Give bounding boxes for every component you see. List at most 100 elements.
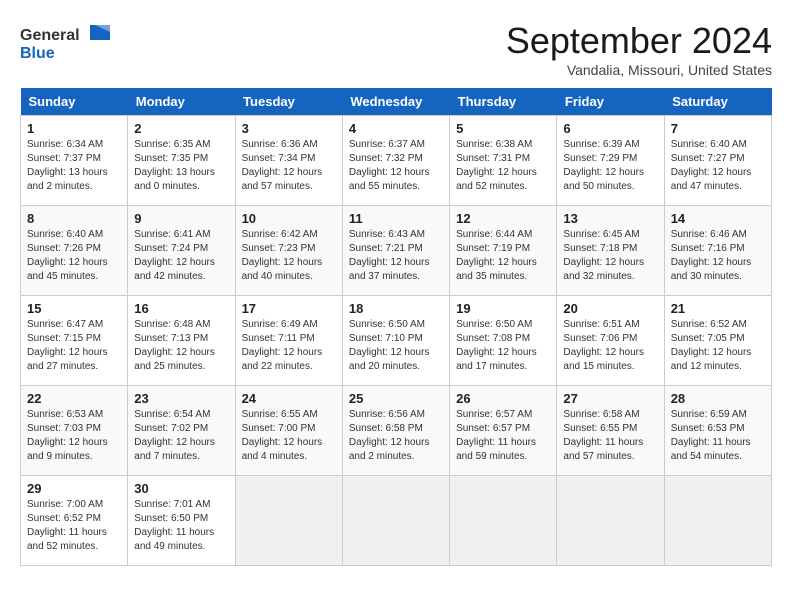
calendar-cell: 1Sunrise: 6:34 AM Sunset: 7:37 PM Daylig… [21, 116, 128, 206]
day-info: Sunrise: 6:42 AM Sunset: 7:23 PM Dayligh… [242, 228, 336, 284]
day-number: 15 [27, 301, 121, 316]
day-info: Sunrise: 6:35 AM Sunset: 7:35 PM Dayligh… [134, 138, 228, 194]
day-number: 20 [563, 301, 657, 316]
day-number: 30 [134, 481, 228, 496]
day-number: 2 [134, 121, 228, 136]
day-info: Sunrise: 6:57 AM Sunset: 6:57 PM Dayligh… [456, 408, 550, 464]
day-info: Sunrise: 6:50 AM Sunset: 7:10 PM Dayligh… [349, 318, 443, 374]
day-info: Sunrise: 6:52 AM Sunset: 7:05 PM Dayligh… [671, 318, 765, 374]
day-number: 27 [563, 391, 657, 406]
calendar-cell: 13 Sunrise: 6:45 AM Sunset: 7:18 PM Dayli… [557, 206, 664, 296]
calendar-cell [450, 476, 557, 566]
day-info: Sunrise: 6:47 AM Sunset: 7:15 PM Dayligh… [27, 318, 121, 374]
day-number: 5 [456, 121, 550, 136]
day-number: 7 [671, 121, 765, 136]
day-info: Sunrise: 6:58 AM Sunset: 6:55 PM Dayligh… [563, 408, 657, 464]
page-header: General Blue September 2024 Vandalia, Mi… [20, 20, 772, 78]
day-info: Sunrise: 6:41 AM Sunset: 7:24 PM Dayligh… [134, 228, 228, 284]
col-wednesday: Wednesday [342, 88, 449, 116]
day-info: Sunrise: 6:54 AM Sunset: 7:02 PM Dayligh… [134, 408, 228, 464]
day-info: Sunrise: 6:45 AM Sunset: 7:18 PM Dayligh… [563, 228, 657, 284]
calendar-cell: 7 Sunrise: 6:40 AM Sunset: 7:27 PM Daylig… [664, 116, 771, 206]
day-info: Sunrise: 6:36 AM Sunset: 7:34 PM Dayligh… [242, 138, 336, 194]
day-number: 4 [349, 121, 443, 136]
calendar-header-row: Sunday Monday Tuesday Wednesday Thursday… [21, 88, 772, 116]
calendar-cell: 20 Sunrise: 6:51 AM Sunset: 7:06 PM Dayli… [557, 296, 664, 386]
svg-text:General: General [20, 27, 80, 44]
day-info: Sunrise: 6:40 AM Sunset: 7:26 PM Dayligh… [27, 228, 121, 284]
day-info: Sunrise: 6:59 AM Sunset: 6:53 PM Dayligh… [671, 408, 765, 464]
day-number: 29 [27, 481, 121, 496]
day-info: Sunrise: 7:00 AM Sunset: 6:52 PM Dayligh… [27, 498, 121, 554]
day-number: 9 [134, 211, 228, 226]
calendar-cell: 30 Sunrise: 7:01 AM Sunset: 6:50 PM Dayli… [128, 476, 235, 566]
calendar-week-row: 22 Sunrise: 6:53 AM Sunset: 7:03 PM Dayli… [21, 386, 772, 476]
day-number: 21 [671, 301, 765, 316]
day-number: 8 [27, 211, 121, 226]
calendar-cell: 16 Sunrise: 6:48 AM Sunset: 7:13 PM Dayli… [128, 296, 235, 386]
day-number: 13 [563, 211, 657, 226]
calendar-cell: 24Sunrise: 6:55 AM Sunset: 7:00 PM Dayli… [235, 386, 342, 476]
day-number: 14 [671, 211, 765, 226]
location: Vandalia, Missouri, United States [506, 62, 772, 78]
calendar-week-row: 8 Sunrise: 6:40 AM Sunset: 7:26 PM Daylig… [21, 206, 772, 296]
calendar-cell: 23 Sunrise: 6:54 AM Sunset: 7:02 PM Dayli… [128, 386, 235, 476]
calendar-body: 1Sunrise: 6:34 AM Sunset: 7:37 PM Daylig… [21, 116, 772, 566]
calendar-cell: 27 Sunrise: 6:58 AM Sunset: 6:55 PM Dayli… [557, 386, 664, 476]
col-tuesday: Tuesday [235, 88, 342, 116]
calendar-cell [235, 476, 342, 566]
calendar-cell [664, 476, 771, 566]
col-thursday: Thursday [450, 88, 557, 116]
calendar-cell: 29 Sunrise: 7:00 AM Sunset: 6:52 PM Dayli… [21, 476, 128, 566]
day-number: 11 [349, 211, 443, 226]
calendar-cell: 19 Sunrise: 6:50 AM Sunset: 7:08 PM Dayli… [450, 296, 557, 386]
calendar-cell: 12Sunrise: 6:44 AM Sunset: 7:19 PM Dayli… [450, 206, 557, 296]
day-number: 24 [242, 391, 336, 406]
day-number: 12 [456, 211, 550, 226]
logo: General Blue [20, 20, 110, 65]
calendar-cell: 28 Sunrise: 6:59 AM Sunset: 6:53 PM Dayli… [664, 386, 771, 476]
day-number: 28 [671, 391, 765, 406]
calendar-cell: 17Sunrise: 6:49 AM Sunset: 7:11 PM Dayli… [235, 296, 342, 386]
day-info: Sunrise: 6:43 AM Sunset: 7:21 PM Dayligh… [349, 228, 443, 284]
day-number: 19 [456, 301, 550, 316]
calendar-cell: 9 Sunrise: 6:41 AM Sunset: 7:24 PM Daylig… [128, 206, 235, 296]
day-number: 25 [349, 391, 443, 406]
title-area: September 2024 Vandalia, Missouri, Unite… [506, 20, 772, 78]
calendar-cell: 5Sunrise: 6:38 AM Sunset: 7:31 PM Daylig… [450, 116, 557, 206]
calendar-cell: 15 Sunrise: 6:47 AM Sunset: 7:15 PM Dayli… [21, 296, 128, 386]
day-number: 17 [242, 301, 336, 316]
calendar-cell [557, 476, 664, 566]
calendar-cell: 8 Sunrise: 6:40 AM Sunset: 7:26 PM Daylig… [21, 206, 128, 296]
day-info: Sunrise: 6:40 AM Sunset: 7:27 PM Dayligh… [671, 138, 765, 194]
day-number: 26 [456, 391, 550, 406]
day-number: 18 [349, 301, 443, 316]
calendar-cell: 14Sunrise: 6:46 AM Sunset: 7:16 PM Dayli… [664, 206, 771, 296]
calendar-cell: 6Sunrise: 6:39 AM Sunset: 7:29 PM Daylig… [557, 116, 664, 206]
day-number: 22 [27, 391, 121, 406]
calendar-cell: 2 Sunrise: 6:35 AM Sunset: 7:35 PM Daylig… [128, 116, 235, 206]
col-friday: Friday [557, 88, 664, 116]
calendar-week-row: 1Sunrise: 6:34 AM Sunset: 7:37 PM Daylig… [21, 116, 772, 206]
day-info: Sunrise: 7:01 AM Sunset: 6:50 PM Dayligh… [134, 498, 228, 554]
col-saturday: Saturday [664, 88, 771, 116]
col-monday: Monday [128, 88, 235, 116]
day-number: 23 [134, 391, 228, 406]
calendar-cell: 22 Sunrise: 6:53 AM Sunset: 7:03 PM Dayli… [21, 386, 128, 476]
day-info: Sunrise: 6:48 AM Sunset: 7:13 PM Dayligh… [134, 318, 228, 374]
day-info: Sunrise: 6:50 AM Sunset: 7:08 PM Dayligh… [456, 318, 550, 374]
calendar-cell: 18 Sunrise: 6:50 AM Sunset: 7:10 PM Dayli… [342, 296, 449, 386]
day-number: 16 [134, 301, 228, 316]
calendar-cell [342, 476, 449, 566]
svg-text:Blue: Blue [20, 45, 55, 62]
calendar-cell: 25 Sunrise: 6:56 AM Sunset: 6:58 PM Dayli… [342, 386, 449, 476]
day-info: Sunrise: 6:51 AM Sunset: 7:06 PM Dayligh… [563, 318, 657, 374]
day-number: 10 [242, 211, 336, 226]
calendar-cell: 26 Sunrise: 6:57 AM Sunset: 6:57 PM Dayli… [450, 386, 557, 476]
day-number: 3 [242, 121, 336, 136]
day-info: Sunrise: 6:56 AM Sunset: 6:58 PM Dayligh… [349, 408, 443, 464]
calendar-week-row: 29 Sunrise: 7:00 AM Sunset: 6:52 PM Dayli… [21, 476, 772, 566]
col-sunday: Sunday [21, 88, 128, 116]
calendar-cell: 3 Sunrise: 6:36 AM Sunset: 7:34 PM Daylig… [235, 116, 342, 206]
day-info: Sunrise: 6:53 AM Sunset: 7:03 PM Dayligh… [27, 408, 121, 464]
